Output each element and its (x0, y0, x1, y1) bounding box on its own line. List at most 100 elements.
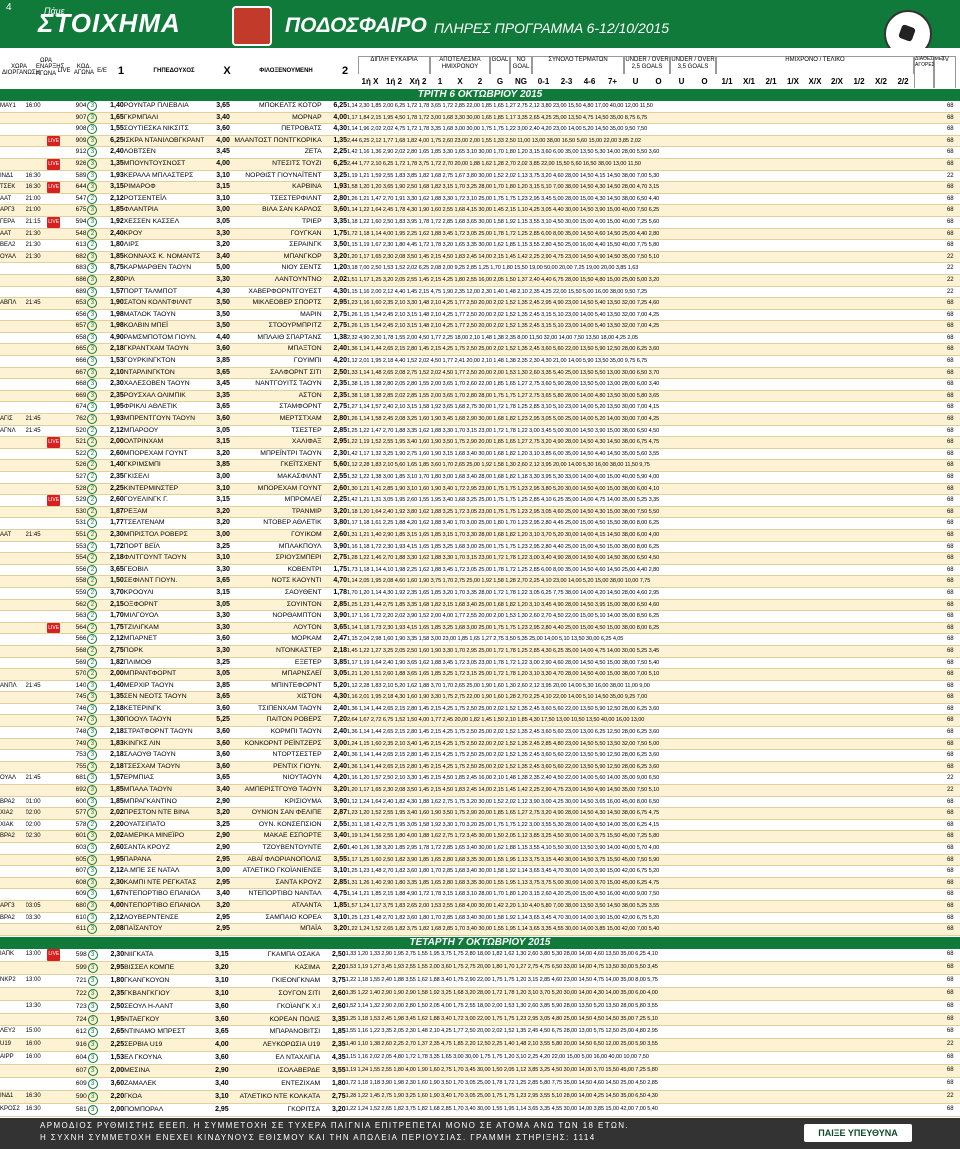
other-markets-odds[interactable]: 1,31 1,18 1,42 2,75 1,95 3,05 1,58 1,92 … (347, 819, 941, 832)
odds-away[interactable]: 4,70 (321, 575, 347, 588)
odds-away[interactable]: 2,35 (321, 378, 347, 391)
odds-draw[interactable]: 3,05 (204, 599, 230, 612)
odds-away[interactable]: 2,75 (321, 320, 347, 333)
live-badge[interactable]: LIVE (47, 216, 61, 228)
other-markets-odds[interactable]: 1,38 1,15 1,38 2,80 2,05 2,80 1,55 2,00 … (347, 378, 941, 391)
other-markets-odds[interactable]: 1,40 1,26 1,38 3,20 1,85 2,95 1,78 1,72 … (347, 842, 941, 855)
odds-draw[interactable]: 3,60 (203, 1000, 229, 1014)
odds-home[interactable]: 1,70 (98, 610, 124, 623)
odds-home[interactable]: 1,75 (98, 622, 124, 635)
odds-home[interactable]: 1,85 (98, 784, 124, 797)
odds-away[interactable]: 2,40 (321, 343, 347, 357)
odds-away[interactable]: 2,85 (321, 425, 347, 438)
other-markets-odds[interactable]: 1,12 1,24 1,64 2,40 1,82 4,30 1,88 1,62 … (347, 796, 941, 809)
odds-home[interactable]: 2,18 (98, 552, 124, 565)
other-markets-odds[interactable]: 2,44 1,77 2,10 6,25 1,72 1,78 3,75 1,72 … (347, 158, 941, 171)
odds-draw[interactable]: 4,00 (204, 158, 230, 171)
odds-away[interactable]: 3,80 (321, 517, 347, 530)
other-markets-odds[interactable]: 1,53 1,19 1,27 3,45 1,93 2,55 1,55 2,00 … (345, 961, 941, 975)
odds-draw[interactable]: 3,50 (204, 320, 230, 333)
other-markets-odds[interactable]: 1,15 1,19 1,67 2,30 1,80 4,45 1,72 1,78 … (347, 239, 941, 252)
odds-home[interactable]: 1,93 (98, 170, 124, 183)
odds-away[interactable]: 2,35 (321, 390, 347, 403)
other-markets-odds[interactable]: 1,17 1,84 2,15 1,95 4,50 1,78 1,72 3,00 … (347, 112, 941, 125)
odds-home[interactable]: 2,18 (98, 749, 124, 762)
odds-away[interactable]: 3,35 (321, 216, 347, 229)
odds-draw[interactable]: 3,15 (204, 181, 230, 194)
odds-away[interactable]: 6,25 (321, 158, 347, 171)
odds-home[interactable]: 4,00 (98, 900, 124, 913)
odds-draw[interactable]: 3,00 (204, 529, 230, 542)
odds-away[interactable]: 2,60 (321, 483, 347, 496)
odds-away[interactable]: 5,20 (321, 680, 347, 693)
odds-draw[interactable]: 3,60 (203, 1013, 229, 1027)
odds-draw[interactable]: 2,90 (204, 830, 230, 843)
odds-home[interactable]: 2,25 (98, 1038, 125, 1053)
odds-away[interactable]: 2,75 (320, 1090, 346, 1104)
other-markets-odds[interactable]: 1,27 1,14 1,57 2,40 2,10 3,15 1,58 1,92 … (347, 401, 941, 415)
odds-away[interactable]: 2,95 (321, 297, 347, 310)
odds-draw[interactable]: 3,20 (204, 239, 230, 252)
odds-away[interactable]: 2,25 (321, 146, 347, 159)
odds-away[interactable]: 4,20 (321, 355, 347, 368)
odds-away[interactable]: 5,60 (321, 459, 347, 472)
odds-draw[interactable]: 2,95 (204, 912, 230, 925)
odds-draw[interactable]: 3,85 (204, 680, 230, 693)
other-markets-odds[interactable]: 1,25 1,23 1,48 2,70 1,82 3,60 1,80 1,70 … (347, 865, 941, 878)
other-markets-odds[interactable]: 1,18 1,20 1,64 2,40 1,92 3,80 1,62 1,88 … (347, 506, 941, 519)
other-markets-odds[interactable]: 1,28 1,22 1,46 2,70 1,88 3,30 1,62 1,88 … (347, 552, 941, 565)
odds-away[interactable]: 3,00 (321, 738, 347, 751)
odds-home[interactable]: 1,98 (98, 320, 124, 333)
odds-draw[interactable]: 3,50 (204, 309, 230, 322)
odds-draw[interactable]: 3,25 (204, 819, 230, 832)
other-markets-odds[interactable]: 1,42 1,16 1,36 2,90 2,02 2,80 1,65 1,85 … (347, 146, 941, 159)
odds-draw[interactable]: 3,05 (204, 216, 230, 229)
odds-home[interactable]: 1,35 (98, 691, 124, 704)
odds-away[interactable]: 2,40 (321, 761, 347, 774)
odds-home[interactable]: 2,30 (98, 877, 124, 890)
other-markets-odds[interactable]: 1,36 1,14 1,44 2,65 2,15 2,80 1,45 2,15 … (347, 703, 941, 716)
odds-draw[interactable]: 3,40 (204, 251, 230, 264)
other-markets-odds[interactable]: 1,14 2,30 1,85 2,00 6,25 1,72 1,78 3,65 … (347, 101, 941, 113)
odds-draw[interactable]: 3,65 (203, 1025, 229, 1040)
live-badge[interactable]: LIVE (47, 495, 61, 506)
other-markets-odds[interactable]: 1,35 1,22 1,40 2,90 1,90 2,90 1,58 1,92 … (345, 987, 941, 1001)
odds-home[interactable]: 1,57 (98, 772, 124, 786)
odds-draw[interactable]: 2,90 (204, 842, 230, 855)
other-markets-odds[interactable]: 1,17 1,16 1,72 2,20 2,02 3,90 1,52 2,00 … (347, 610, 941, 623)
other-markets-odds[interactable]: 1,22 1,24 1,52 2,65 1,82 3,75 1,82 1,68 … (347, 923, 941, 936)
other-markets-odds[interactable]: 1,72 1,18 1,18 3,90 1,98 2,30 1,60 1,90 … (345, 1077, 941, 1091)
odds-home[interactable]: 1,98 (98, 309, 124, 322)
odds-draw[interactable]: 3,30 (204, 564, 230, 577)
odds-away[interactable]: 4,75 (321, 888, 347, 901)
odds-home[interactable]: 2,30 (98, 529, 124, 542)
odds-away[interactable]: 2,60 (321, 529, 347, 542)
odds-home[interactable]: 2,60 (98, 448, 124, 461)
odds-away[interactable]: 2,75 (321, 401, 347, 415)
other-markets-odds[interactable]: 1,28 1,22 1,45 2,75 1,90 3,25 1,60 1,90 … (345, 1090, 941, 1104)
odds-away[interactable]: 1,85 (320, 1025, 346, 1040)
other-markets-odds[interactable]: 1,26 1,14 1,58 2,45 2,08 3,25 1,60 1,90 … (347, 413, 941, 426)
odds-home[interactable]: 3,60 (98, 1077, 125, 1091)
odds-draw[interactable]: 3,20 (203, 961, 229, 975)
other-markets-odds[interactable]: 1,19 1,24 1,56 2,55 1,80 4,00 1,88 1,62 … (347, 830, 941, 843)
other-markets-odds[interactable]: 2,64 1,67 2,72 6,75 1,52 1,50 4,00 1,77 … (347, 714, 941, 728)
other-markets-odds[interactable]: 1,17 1,18 1,61 2,25 1,88 4,20 1,62 1,88 … (347, 517, 941, 530)
odds-home[interactable]: 1,40 (98, 101, 124, 113)
odds-away[interactable]: 3,60 (321, 204, 347, 217)
odds-away[interactable]: 1,20 (321, 262, 347, 275)
other-markets-odds[interactable]: 1,42 1,21 1,31 3,05 1,95 2,60 1,55 1,95 … (347, 494, 941, 507)
odds-away[interactable]: 3,55 (320, 1064, 346, 1079)
odds-draw[interactable]: 3,60 (204, 633, 230, 646)
odds-away[interactable]: 3,20 (321, 784, 347, 797)
odds-home[interactable]: 3,70 (98, 587, 124, 600)
live-badge[interactable]: LIVE (47, 158, 61, 170)
odds-away[interactable]: 3,35 (320, 1013, 346, 1027)
odds-draw[interactable]: 2,95 (204, 854, 230, 867)
other-markets-odds[interactable]: 1,22 1,19 1,52 2,55 1,95 3,40 1,60 1,90 … (347, 436, 941, 449)
other-markets-odds[interactable]: 1,16 1,20 1,57 2,50 2,10 3,30 1,45 2,15 … (347, 772, 941, 786)
odds-draw[interactable]: 3,20 (204, 506, 230, 519)
other-markets-odds[interactable]: 1,42 1,17 1,32 3,25 1,90 2,75 1,60 1,90 … (347, 448, 941, 461)
odds-draw[interactable]: 3,30 (204, 274, 230, 287)
odds-home[interactable]: 2,18 (98, 726, 124, 739)
